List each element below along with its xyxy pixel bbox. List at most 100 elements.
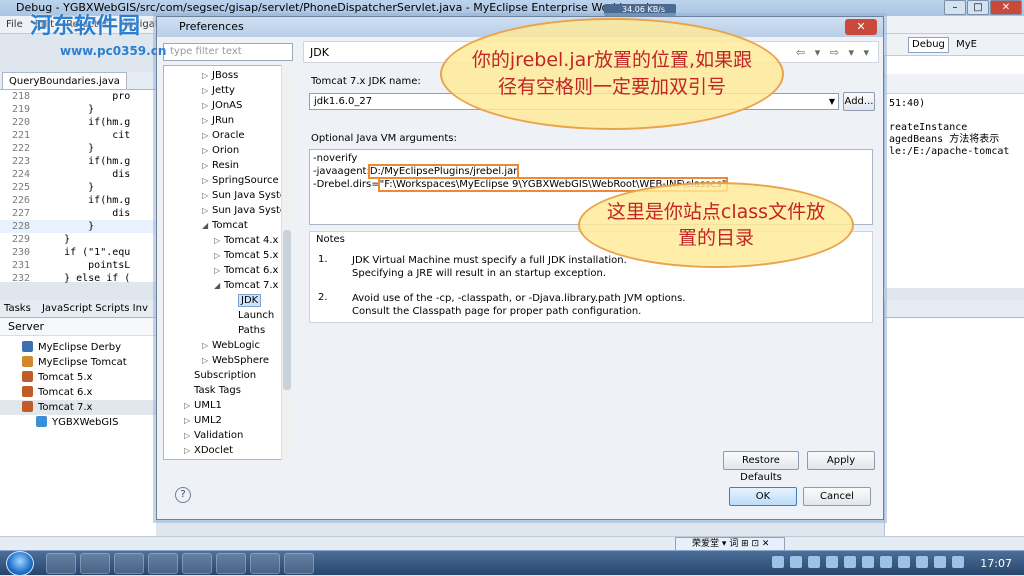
filter-input[interactable]: type filter text (163, 43, 293, 61)
tree-item[interactable]: JDK (228, 293, 262, 308)
add-jdk-button[interactable]: Add... (843, 92, 875, 111)
perspective-debug[interactable]: Debug (908, 37, 949, 53)
expand-toggle-icon[interactable]: ▷ (202, 158, 212, 173)
taskbar: 17:07 (0, 550, 1024, 576)
tree-item[interactable]: ▷ UML1 (184, 398, 222, 413)
tree-scrollbar[interactable] (281, 65, 291, 460)
taskbar-myeclipse-icon[interactable] (216, 553, 246, 574)
tree-item[interactable]: ▷ JBoss (202, 68, 238, 83)
expand-toggle-icon[interactable]: ▷ (184, 398, 194, 413)
tree-item[interactable]: ▷ SpringSource (202, 173, 279, 188)
expand-toggle-icon[interactable]: ▷ (202, 143, 212, 158)
tree-item[interactable]: ▷ Tomcat 4.x (214, 233, 278, 248)
tree-item[interactable]: ▷ Tomcat 5.x (214, 248, 278, 263)
help-icon[interactable]: ? (175, 487, 191, 503)
tree-item[interactable]: ▷ Sun Java Systen (202, 203, 290, 218)
tree-scroll-thumb[interactable] (283, 230, 291, 390)
editor-tab-queryboundaries[interactable]: QueryBoundaries.java (2, 72, 127, 89)
server-row[interactable]: YGBXWebGIS (0, 415, 118, 430)
expand-toggle-icon[interactable]: ▷ (202, 83, 212, 98)
taskbar-app-icon[interactable] (148, 553, 178, 574)
tray-icon[interactable] (790, 556, 802, 568)
tray-icon[interactable] (862, 556, 874, 568)
taskbar-app-icon[interactable] (182, 553, 212, 574)
expand-toggle-icon[interactable]: ▷ (202, 128, 212, 143)
server-row[interactable]: Tomcat 7.x (0, 400, 156, 415)
tree-item[interactable]: ▷Plug-in Development (184, 458, 290, 459)
tab-tasks[interactable]: Tasks (4, 303, 31, 314)
taskbar-ie-icon[interactable] (46, 553, 76, 574)
restore-defaults-button[interactable]: Restore Defaults (723, 451, 799, 483)
ime-toolbar[interactable]: 荣爱堂 ▾ 词 ⊞ ⊡ ✕ (675, 537, 785, 551)
taskbar-explorer-icon[interactable] (80, 553, 110, 574)
close-window-button[interactable]: ✕ (990, 0, 1022, 15)
expand-toggle-icon[interactable]: ▷ (214, 248, 224, 263)
ok-button[interactable]: OK (729, 487, 797, 506)
tree-item[interactable]: Task Tags (184, 383, 241, 398)
expand-toggle-icon[interactable]: ▷ (184, 413, 194, 428)
tree-item[interactable]: ▷ JRun (202, 113, 234, 128)
taskbar-app-icon[interactable] (114, 553, 144, 574)
maximize-button[interactable]: □ (967, 0, 989, 15)
server-row[interactable]: MyEclipse Tomcat (0, 355, 127, 370)
preferences-tree[interactable]: ▷ JBoss ▷ Jetty ▷ JOnAS ▷ JRun ▷ Oracle ▷ Orion ▷ Res… (163, 65, 291, 460)
tray-icon[interactable] (826, 556, 838, 568)
tree-item[interactable]: ▷ Jetty (202, 83, 235, 98)
expand-toggle-icon[interactable]: ▷ (202, 203, 212, 218)
menu-item-file[interactable]: File (6, 19, 23, 30)
expand-toggle-icon[interactable]: ▷ (202, 173, 212, 188)
expand-toggle-icon[interactable]: ◢ (214, 278, 224, 293)
tree-item[interactable]: ▷ XDoclet (184, 443, 233, 458)
expand-toggle-icon[interactable]: ▷ (202, 113, 212, 128)
expand-toggle-icon[interactable]: ▷ (202, 188, 212, 203)
cancel-button[interactable]: Cancel (803, 487, 871, 506)
perspective-myeclipse[interactable]: MyE (956, 39, 977, 50)
tree-item[interactable]: Launch (228, 308, 274, 323)
server-row[interactable]: Tomcat 5.x (0, 370, 92, 385)
page-nav-arrows[interactable]: ⇦ ▾ ⇨ ▾ ▾ (796, 42, 872, 64)
tree-item[interactable]: Subscription (184, 368, 256, 383)
start-button[interactable] (6, 551, 34, 576)
tree-item[interactable]: ▷ UML2 (184, 413, 222, 428)
tray-icon[interactable] (952, 556, 964, 568)
expand-toggle-icon[interactable]: ◢ (202, 218, 212, 233)
tray-icon[interactable] (880, 556, 892, 568)
tray-icon[interactable] (772, 556, 784, 568)
tree-item[interactable]: ▷ JOnAS (202, 98, 242, 113)
clock[interactable]: 17:07 (980, 551, 1012, 576)
tab-javascript-scripts[interactable]: JavaScript Scripts Inv (42, 303, 148, 314)
tray-icon[interactable] (898, 556, 910, 568)
expand-toggle-icon[interactable]: ▷ (184, 428, 194, 443)
minimize-button[interactable]: – (944, 0, 966, 15)
tree-item[interactable]: ▷ Oracle (202, 128, 245, 143)
expand-toggle-icon[interactable]: ▷ (214, 233, 224, 248)
tree-item[interactable]: ▷ WebLogic (202, 338, 260, 353)
expand-toggle-icon[interactable]: ▷ (184, 458, 194, 459)
expand-toggle-icon[interactable]: ▷ (202, 98, 212, 113)
tree-item[interactable]: Paths (228, 323, 265, 338)
expand-toggle-icon[interactable]: ▷ (202, 353, 212, 368)
taskbar-app-icon[interactable] (250, 553, 280, 574)
tree-item[interactable]: ▷ WebSphere (202, 353, 269, 368)
apply-button[interactable]: Apply (807, 451, 875, 470)
expand-toggle-icon[interactable]: ▷ (202, 68, 212, 83)
expand-toggle-icon[interactable]: ▷ (184, 443, 194, 458)
expand-toggle-icon[interactable]: ▷ (214, 263, 224, 278)
tree-item[interactable]: ◢ Tomcat 7.x (214, 278, 278, 293)
dialog-close-button[interactable]: ✕ (845, 19, 877, 35)
expand-toggle-icon[interactable]: ▷ (202, 338, 212, 353)
tree-item[interactable]: ▷ Orion (202, 143, 239, 158)
taskbar-qq-icon[interactable] (284, 553, 314, 574)
tray-icon[interactable] (934, 556, 946, 568)
tray-icon[interactable] (808, 556, 820, 568)
server-row[interactable]: Tomcat 6.x (0, 385, 92, 400)
tray-icon[interactable] (916, 556, 928, 568)
tree-item[interactable]: ◢ Tomcat (202, 218, 248, 233)
tree-item[interactable]: ▷ Resin (202, 158, 239, 173)
tray-icon[interactable] (844, 556, 856, 568)
server-row[interactable]: MyEclipse Derby (0, 340, 121, 355)
code-editor[interactable]: 218 pro 219 } 220 if(hm.g 221 cit 222 } 223 i… (0, 90, 156, 284)
tree-item[interactable]: ▷ Validation (184, 428, 243, 443)
tree-item[interactable]: ▷ Sun Java Systen (202, 188, 290, 203)
tree-item[interactable]: ▷ Tomcat 6.x (214, 263, 278, 278)
